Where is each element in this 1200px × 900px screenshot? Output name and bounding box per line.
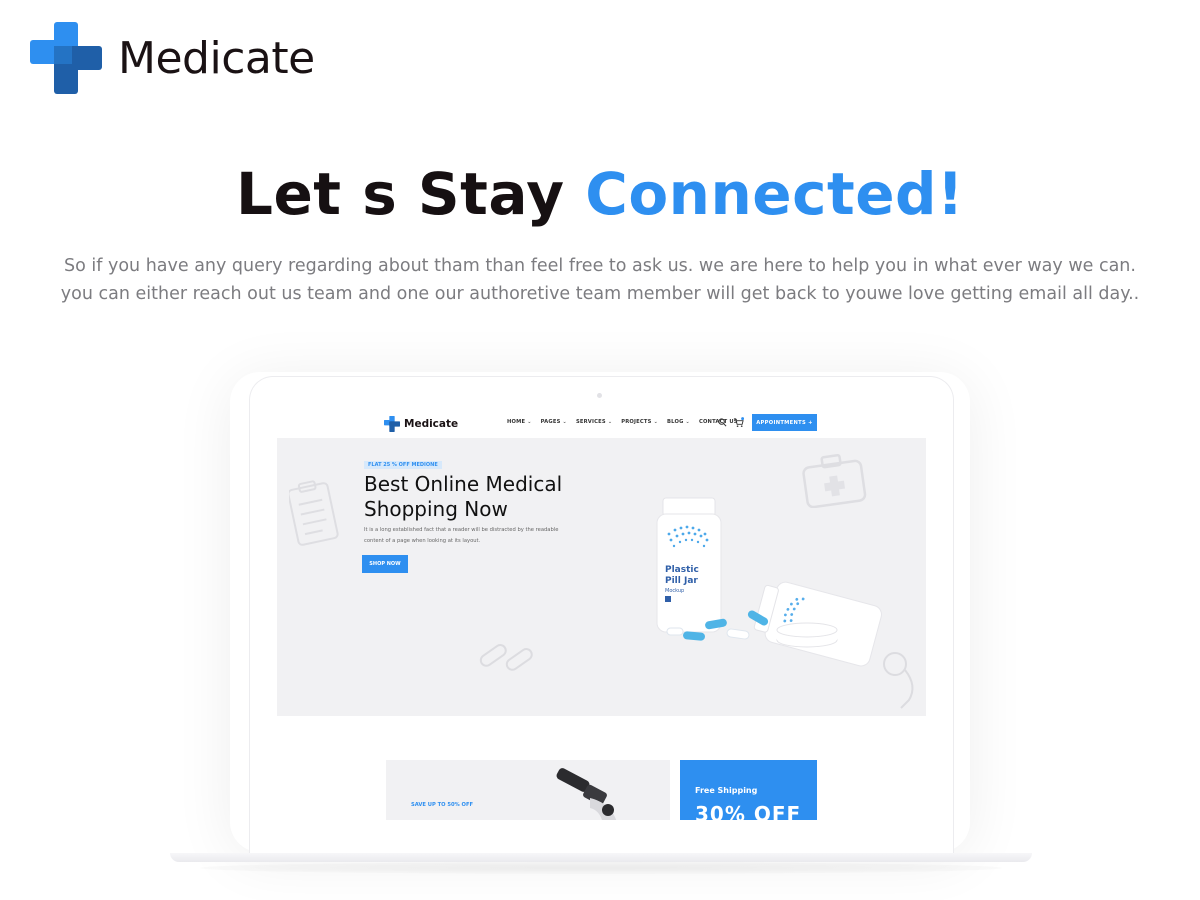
product-label-line2: Pill Jar (665, 576, 698, 586)
chevron-down-icon: ⌄ (685, 419, 690, 425)
mockup-subtext: It is a long established fact that a rea… (364, 527, 559, 544)
clipboard-icon (289, 480, 339, 546)
page: Medicate Let s Stay Connected! So if you… (0, 0, 1200, 900)
medical-cross-icon (384, 416, 400, 432)
microscope-image (556, 768, 617, 820)
chevron-down-icon: ⌄ (653, 419, 658, 425)
free-shipping-title: Free Shipping (695, 786, 758, 795)
mockup-headline: Best Online Medical Shopping Now (364, 472, 563, 521)
chevron-down-icon: ⌄ (562, 419, 567, 425)
laptop-base (170, 853, 1032, 862)
mockup-nav-services[interactable]: SERVICES ⌄ (576, 419, 612, 425)
laptop-screen: Medicate HOME ⌄ PAGES ⌄ SERVICES ⌄ PROJECTS… (249, 376, 954, 859)
title-accent: Connected! (585, 160, 965, 228)
pills-decoration (479, 644, 533, 671)
shipping-discount: 30% OFF (695, 802, 802, 820)
mockup-discount-badge: FLAT 25 % OFF MEDIONE (364, 461, 442, 469)
chevron-down-icon: ⌄ (527, 419, 532, 425)
mockup-nav-projects[interactable]: PROJECTS ⌄ (621, 419, 658, 425)
mockup-menu: HOME ⌄ PAGES ⌄ SERVICES ⌄ PROJECTS ⌄ BLOG ⌄ C… (507, 419, 747, 425)
mockup-logo[interactable]: Medicate (384, 416, 458, 432)
cart-icon[interactable] (733, 417, 744, 428)
mockup-nav-home[interactable]: HOME ⌄ (507, 419, 532, 425)
mockup-shipping-card[interactable]: Free Shipping 30% OFF (680, 760, 817, 820)
title-main: Let s Stay (235, 160, 586, 228)
medical-cross-icon (30, 22, 102, 94)
promo-save-text: SAVE UP TO 50% OFF (411, 802, 474, 808)
laptop-camera (597, 393, 602, 398)
chevron-down-icon: ⌄ (607, 419, 613, 425)
product-label-line1: Plastic (665, 565, 699, 575)
brand-name: Medicate (118, 32, 315, 84)
shop-now-button[interactable]: SHOP NOW (362, 555, 408, 573)
product-label-line3: Mockup (665, 588, 684, 594)
page-title: Let s Stay Connected! (0, 160, 1200, 228)
appointments-button[interactable]: APPOINTMENTS + (752, 414, 817, 431)
brand-logo[interactable]: Medicate (30, 22, 315, 94)
laptop-base-shadow (200, 862, 1002, 874)
search-icon[interactable] (718, 418, 727, 427)
mockup-nav-blog[interactable]: BLOG ⌄ (667, 419, 690, 425)
page-description: So if you have any query regarding about… (60, 256, 1140, 304)
pill-jar-product-image: Plastic Pill Jar Mockup (656, 497, 882, 667)
mockup-navbar: Medicate HOME ⌄ PAGES ⌄ SERVICES ⌄ PROJECTS… (250, 413, 953, 435)
mockup-nav-pages[interactable]: PAGES ⌄ (541, 419, 567, 425)
mockup-logo-text: Medicate (404, 418, 459, 430)
mockup-promo-card[interactable]: SAVE UP TO 50% OFF (386, 760, 670, 820)
